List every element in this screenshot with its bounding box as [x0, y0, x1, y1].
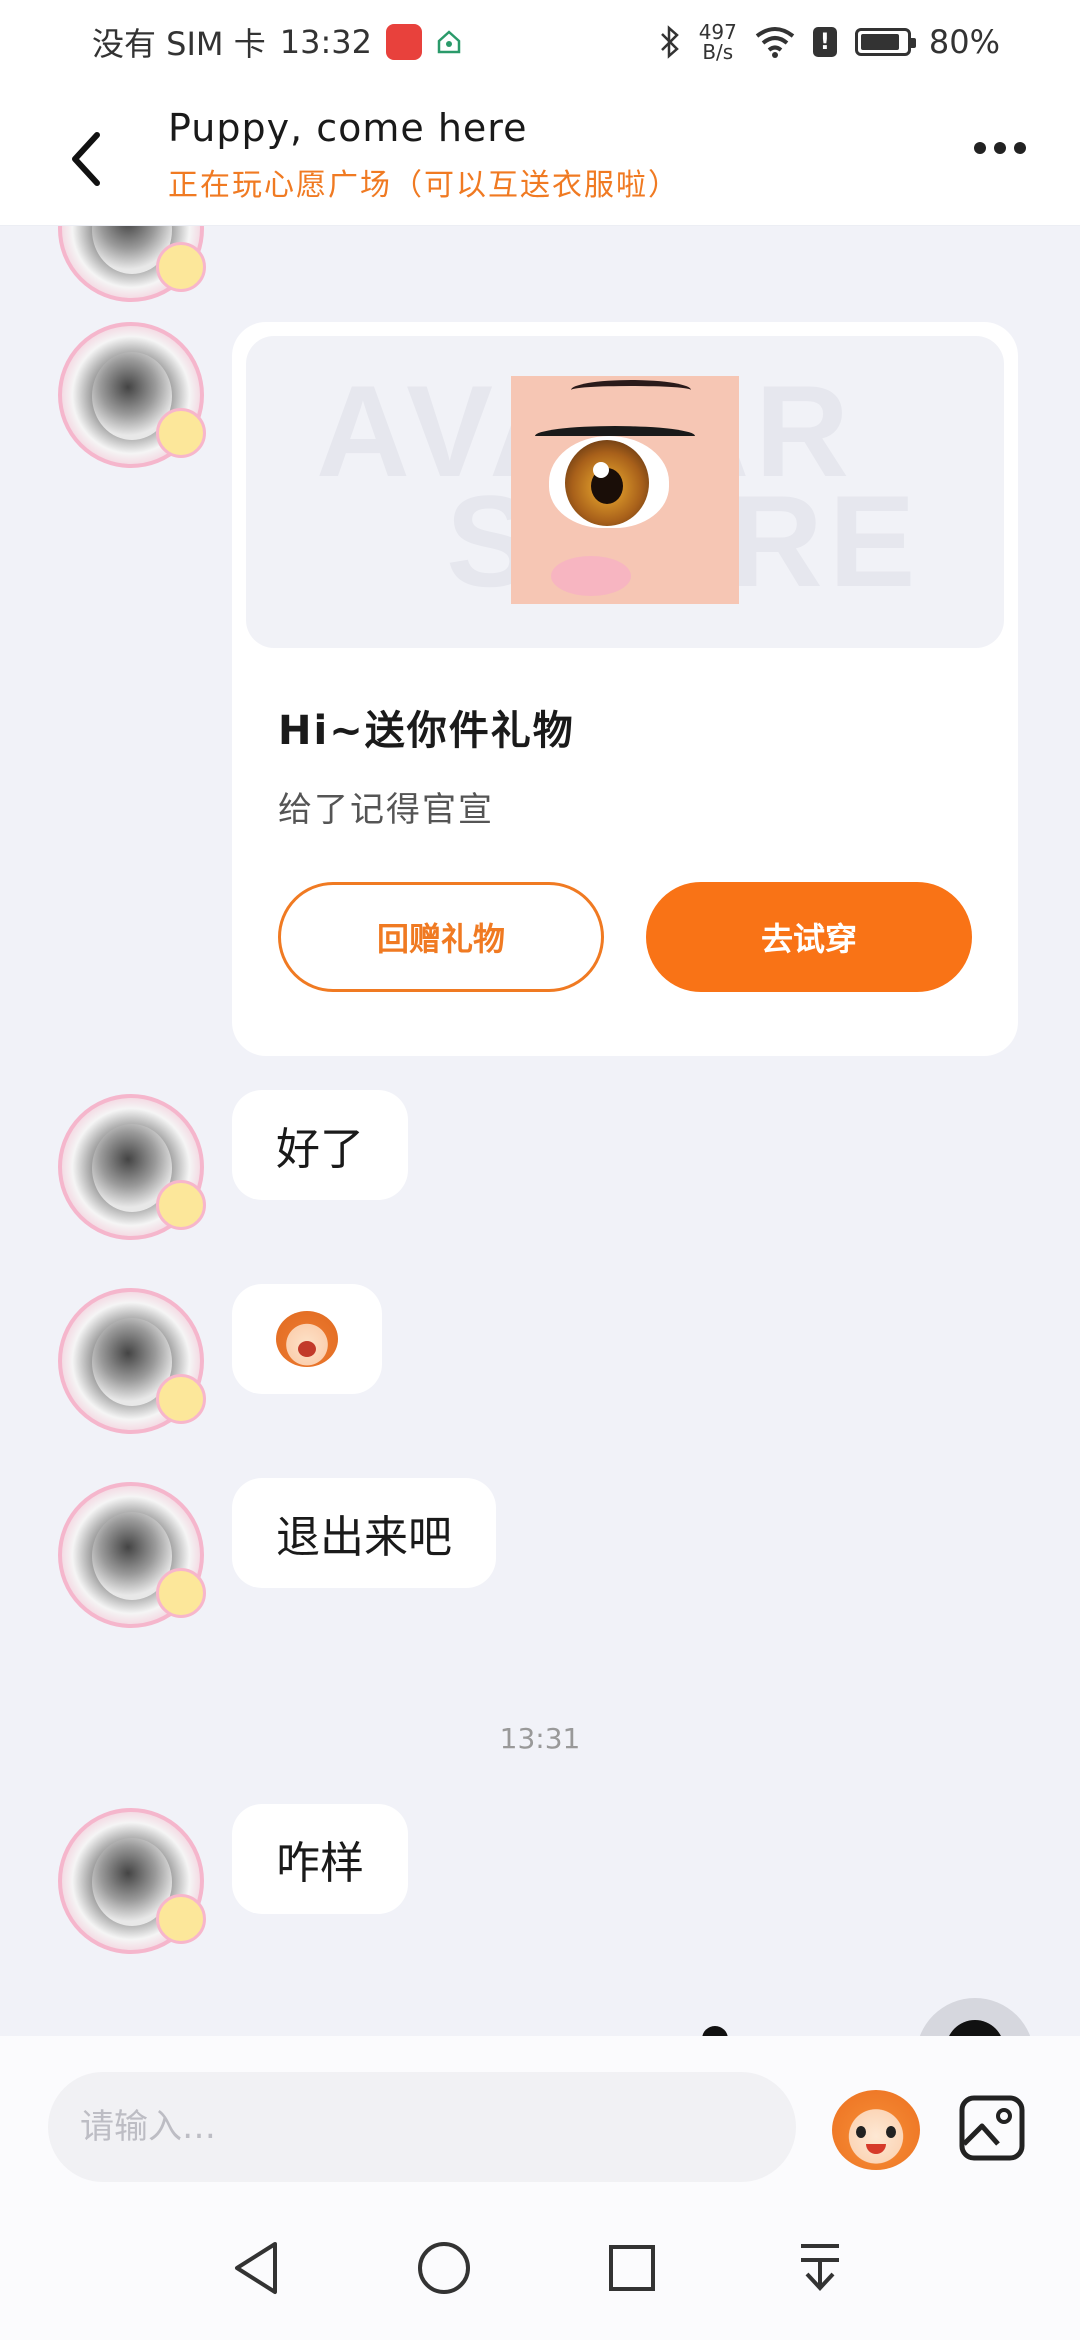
status-left: 没有 SIM 卡 13:32	[92, 19, 462, 65]
nav-back-button[interactable]	[224, 2236, 288, 2300]
eyebrow	[571, 380, 691, 400]
gift-image-area: AVATAR STORE	[246, 336, 1004, 648]
header-titles: Puppy, come here 正在玩心愿广场（可以互送衣服啦）	[168, 106, 680, 204]
chevron-left-icon	[72, 132, 100, 186]
notifications-down-icon	[801, 2244, 839, 2291]
avatar[interactable]	[58, 226, 206, 302]
network-speed: 497 B/s	[699, 22, 737, 62]
status-bar: 没有 SIM 卡 13:32 497 B/s ! 80%	[0, 0, 1080, 84]
chat-area[interactable]: AVATAR STORE Hi~送你件礼物 给了记得官宣 回赠礼物 去试穿 好了…	[0, 226, 1080, 2036]
message-bubble[interactable]: 好了	[232, 1090, 408, 1200]
gift-card-description: 给了记得官宣	[278, 790, 494, 830]
blush	[551, 556, 631, 596]
network-speed-unit: B/s	[702, 40, 734, 64]
emoji-icon[interactable]	[832, 2090, 920, 2170]
try-on-button[interactable]: 去试穿	[646, 882, 972, 992]
triangle-back-icon	[235, 2242, 277, 2294]
input-bar	[0, 2036, 1080, 2196]
avatar[interactable]	[58, 322, 206, 468]
carrier-text: 没有 SIM 卡	[92, 25, 266, 63]
square-recents-icon	[609, 2245, 655, 2291]
warning-icon: !	[812, 27, 837, 57]
wifi-icon	[755, 27, 795, 58]
avatar[interactable]	[58, 1808, 206, 1954]
network-speed-value: 497	[698, 20, 737, 44]
app-notification-icon	[385, 24, 422, 60]
clock-text: 13:32	[279, 23, 372, 61]
back-button[interactable]	[56, 124, 116, 194]
chat-header: Puppy, come here 正在玩心愿广场（可以互送衣服啦）	[0, 84, 1080, 226]
more-button[interactable]	[974, 142, 1026, 154]
message-text: 好了	[276, 1124, 364, 1175]
nav-recents-button[interactable]	[600, 2236, 664, 2300]
gift-card-title: Hi~送你件礼物	[278, 708, 575, 754]
chat-subtitle[interactable]: 正在玩心愿广场（可以互送衣服啦）	[168, 160, 680, 204]
image-icon[interactable]	[958, 2094, 1026, 2162]
message-bubble[interactable]	[232, 1284, 382, 1394]
nav-home-button[interactable]	[412, 2236, 476, 2300]
gift-thumbnail[interactable]	[511, 376, 739, 604]
return-gift-button[interactable]: 回赠礼物	[278, 882, 604, 992]
avatar[interactable]	[58, 1094, 206, 1240]
nav-notifications-button[interactable]	[788, 2236, 852, 2300]
chat-title: Puppy, come here	[168, 106, 528, 150]
circle-home-icon	[418, 2242, 470, 2294]
gift-card[interactable]: AVATAR STORE Hi~送你件礼物 给了记得官宣 回赠礼物 去试穿	[232, 322, 1018, 1056]
message-text: 咋样	[276, 1838, 364, 1889]
system-nav-bar	[0, 2196, 1080, 2340]
avatar[interactable]	[58, 1288, 206, 1434]
message-timestamp: 13:31	[499, 1722, 581, 1755]
message-text: 退出来吧	[276, 1512, 452, 1563]
battery-icon	[854, 28, 916, 56]
monkey-sticker-icon	[276, 1311, 338, 1367]
avatar[interactable]	[58, 1482, 206, 1628]
bluetooth-icon	[660, 25, 679, 59]
status-right: 497 B/s ! 80%	[659, 22, 1000, 62]
more-dots-icon	[974, 142, 986, 154]
message-bubble[interactable]: 咋样	[232, 1804, 408, 1914]
message-bubble[interactable]: 退出来吧	[232, 1478, 496, 1588]
battery-percent: 80%	[928, 23, 1000, 61]
message-input[interactable]	[48, 2072, 796, 2182]
home-notification-icon	[437, 30, 461, 54]
